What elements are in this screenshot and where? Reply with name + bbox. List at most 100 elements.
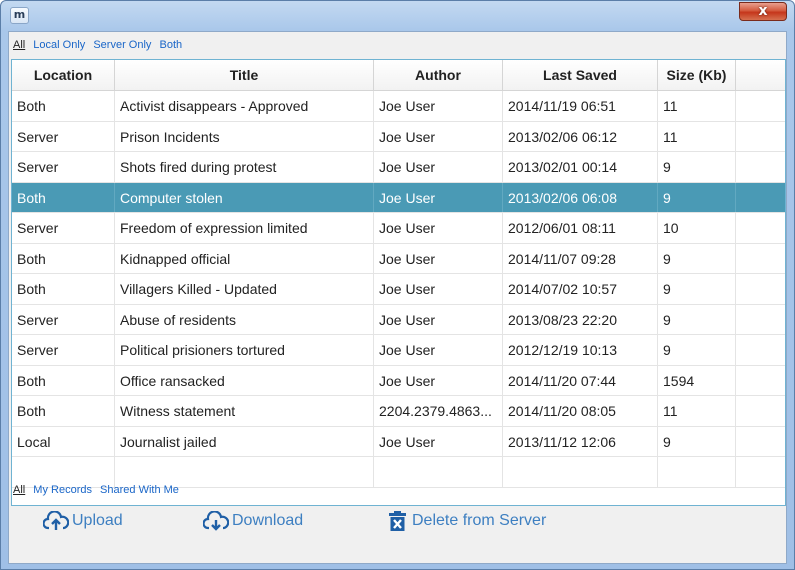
cell-size: 9 (658, 152, 736, 182)
scope-my-records[interactable]: My Records (33, 484, 92, 496)
app-window: m x All Local Only Server Only Both Loca… (0, 0, 795, 570)
cell-filler (736, 213, 785, 243)
cell-last-saved: 2013/02/06 06:12 (503, 121, 658, 151)
cell-title: Kidnapped official (115, 243, 374, 273)
records-table: Location Title Author Last Saved Size (K… (11, 59, 786, 506)
cell-location: Server (12, 335, 115, 365)
cell-last-saved: 2013/02/06 06:08 (503, 182, 658, 212)
column-header-last-saved[interactable]: Last Saved (503, 60, 658, 91)
table-row[interactable]: Server Shots fired during protest Joe User… (12, 152, 785, 183)
cell-size: 9 (658, 426, 736, 456)
cell-filler (736, 427, 785, 457)
trash-icon (389, 511, 406, 531)
table-row[interactable]: Both Computer stolen Joe User 2013/02/06 06… (12, 182, 785, 213)
cell-last-saved: 2013/08/23 22:20 (503, 304, 658, 334)
location-filter-bar: All Local Only Server Only Both (13, 39, 187, 53)
cell-filler (736, 244, 785, 274)
cell-last-saved: 2014/11/07 09:28 (503, 243, 658, 273)
table-row[interactable]: Server Abuse of residents Joe User 2013/08/… (12, 304, 785, 335)
cell-filler (736, 122, 785, 152)
upload-button[interactable]: Upload (43, 510, 123, 532)
cell-author: Joe User (374, 365, 503, 395)
table-row[interactable]: Both Office ransacked Joe User 2014/11/20 0… (12, 365, 785, 396)
download-label: Download (232, 512, 304, 529)
cell-author: Joe User (374, 426, 503, 456)
filter-both[interactable]: Both (159, 39, 182, 51)
filter-server-only[interactable]: Server Only (93, 39, 151, 51)
cell-author: 2204.2379.4863... (374, 396, 503, 426)
cell-size: 1594 (658, 365, 736, 395)
cell-last-saved: 2014/11/19 06:51 (503, 91, 658, 121)
title-bar[interactable]: m x (1, 1, 794, 31)
cell-author: Joe User (374, 274, 503, 304)
cell-last-saved: 2013/02/01 00:14 (503, 152, 658, 182)
cell-filler (736, 396, 785, 426)
cell-title: Journalist jailed (115, 426, 374, 456)
filter-local-only[interactable]: Local Only (33, 39, 85, 51)
cell-size: 9 (658, 274, 736, 304)
cell-location: Both (12, 243, 115, 273)
cell-size: 9 (658, 182, 736, 212)
table-row[interactable]: Both Villagers Killed - Updated Joe User 20… (12, 274, 785, 305)
delete-from-server-button[interactable]: Delete from Server (387, 510, 546, 532)
table-row[interactable]: Both Activist disappears - Approved Joe Us… (12, 91, 785, 122)
cell-title: Freedom of expression limited (115, 213, 374, 243)
table-row[interactable]: Local Journalist jailed Joe User 2013/11/12… (12, 426, 785, 457)
cell-last-saved: 2012/06/01 08:11 (503, 213, 658, 243)
cell-last-saved: 2014/11/20 07:44 (503, 365, 658, 395)
table-header: Location Title Author Last Saved Size (K… (12, 60, 785, 91)
table-row[interactable]: Server Political prisioners tortured Joe U… (12, 335, 785, 366)
table-body: Both Activist disappears - Approved Joe Us… (12, 91, 785, 488)
cell-title: Computer stolen (115, 182, 374, 212)
upload-label: Upload (72, 512, 123, 529)
scope-shared-with-me[interactable]: Shared With Me (100, 484, 179, 496)
table-row[interactable]: Both Witness statement 2204.2379.4863... 20… (12, 396, 785, 427)
cell-title: Office ransacked (115, 365, 374, 395)
delete-label: Delete from Server (412, 512, 547, 529)
cell-title: Villagers Killed - Updated (115, 274, 374, 304)
table-row[interactable] (12, 457, 785, 488)
cell-size: 9 (658, 304, 736, 334)
table-row[interactable]: Server Freedom of expression limited Joe U… (12, 213, 785, 244)
scope-filter-bar: All My Records Shared With Me (13, 484, 184, 496)
cell-filler (736, 457, 785, 487)
cell-title: Shots fired during protest (115, 152, 374, 182)
cloud-upload-icon (43, 511, 69, 530)
cell-author: Joe User (374, 335, 503, 365)
cell-location: Server (12, 304, 115, 334)
cell-author: Joe User (374, 91, 503, 121)
cell-last-saved: 2012/12/19 10:13 (503, 335, 658, 365)
cell-location: Server (12, 121, 115, 151)
cell-filler (736, 183, 785, 213)
cell-title: Witness statement (115, 396, 374, 426)
cell-location: Both (12, 274, 115, 304)
cell-location: Both (12, 365, 115, 395)
close-icon: x (758, 3, 768, 19)
column-header-author[interactable]: Author (374, 60, 503, 91)
cloud-download-icon (203, 511, 229, 531)
main-panel: All Local Only Server Only Both Location… (8, 31, 787, 564)
column-header-title[interactable]: Title (115, 60, 374, 91)
cell-title: Political prisioners tortured (115, 335, 374, 365)
column-header-location[interactable]: Location (12, 60, 115, 91)
cell-location: Both (12, 396, 115, 426)
download-button[interactable]: Download (203, 510, 303, 532)
close-button[interactable]: x (739, 2, 787, 21)
cell-size: 11 (658, 91, 736, 121)
cell-location: Server (12, 152, 115, 182)
table-row[interactable]: Both Kidnapped official Joe User 2014/11/07… (12, 243, 785, 274)
cell-author: Joe User (374, 152, 503, 182)
cell-title: Prison Incidents (115, 121, 374, 151)
scope-all[interactable]: All (13, 484, 25, 496)
column-header-size[interactable]: Size (Kb) (658, 60, 736, 91)
cell-filler (736, 152, 785, 182)
cell-filler (736, 274, 785, 304)
cell-location: Local (12, 426, 115, 456)
cell-last-saved: 2014/07/02 10:57 (503, 274, 658, 304)
cell-author (374, 457, 503, 487)
cell-location: Both (12, 91, 115, 121)
table-row[interactable]: Server Prison Incidents Joe User 2013/02/06… (12, 121, 785, 152)
cell-title: Activist disappears - Approved (115, 91, 374, 121)
cell-last-saved (503, 457, 658, 487)
filter-all[interactable]: All (13, 39, 25, 51)
